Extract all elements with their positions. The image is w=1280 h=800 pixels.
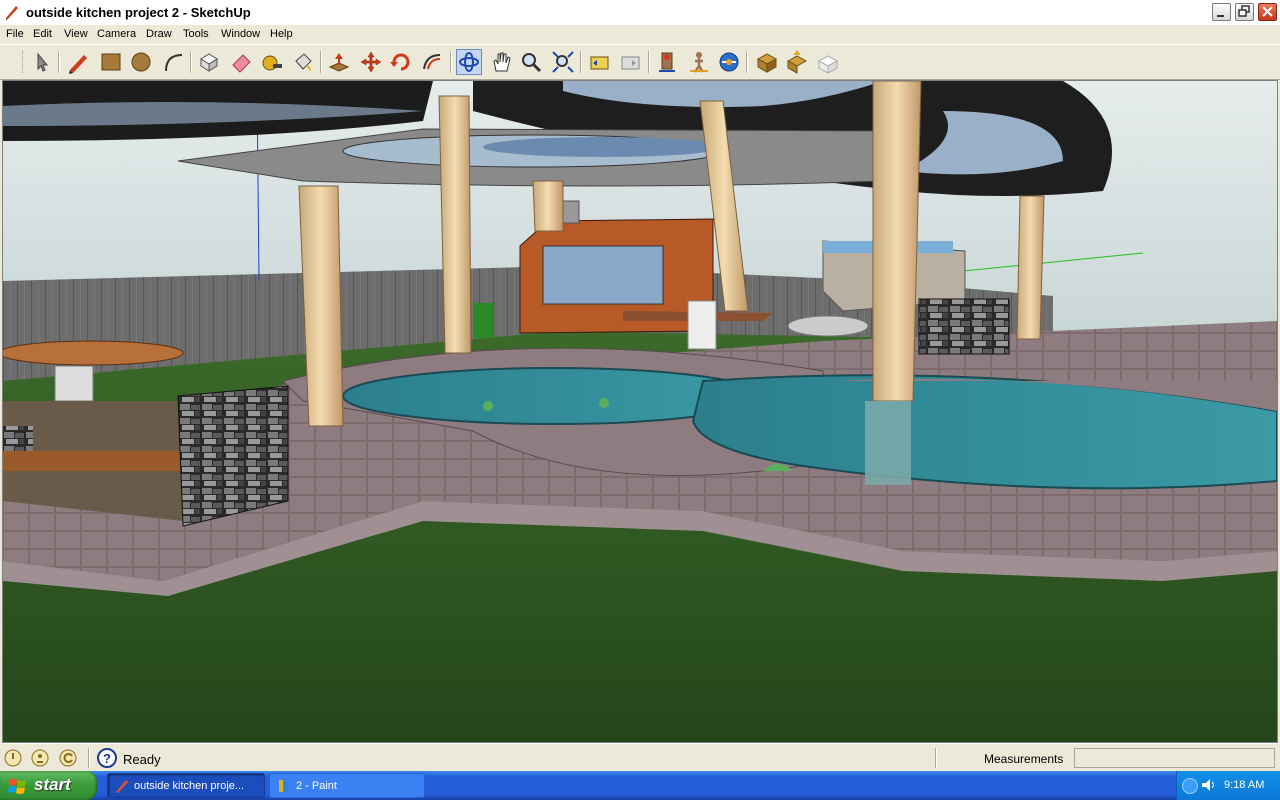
start-button[interactable]: start: [0, 771, 97, 800]
position-camera-icon[interactable]: [655, 49, 681, 75]
model-viewport[interactable]: [2, 80, 1278, 743]
round-table: [3, 340, 184, 366]
minimize-button[interactable]: [1212, 3, 1231, 21]
push-pull-icon[interactable]: [326, 49, 352, 75]
close-icon: [1262, 6, 1273, 17]
pillar-in-water: [865, 401, 911, 485]
status-bar: ? Ready Measurements: [0, 743, 1280, 772]
toolbar-separator: [648, 51, 650, 73]
geolocation-icon[interactable]: [4, 749, 22, 767]
menu-draw[interactable]: Draw: [146, 28, 172, 40]
sketchup-app-icon: [6, 6, 18, 20]
canopy-glass: [483, 137, 723, 157]
kitchen-window: [542, 245, 664, 305]
chimney: [562, 200, 580, 224]
user-icon[interactable]: [59, 749, 77, 767]
toolbar: [0, 44, 1280, 80]
taskbar-item-paint[interactable]: 2 - Paint: [269, 773, 425, 798]
pillar: [872, 81, 922, 402]
measurements-label: Measurements: [984, 752, 1064, 766]
orbit-tool-icon[interactable]: [456, 49, 482, 75]
tape-measure-icon[interactable]: [258, 49, 284, 75]
paint-app-icon: [279, 780, 288, 792]
start-label: start: [34, 775, 71, 794]
bar-stool: [687, 300, 717, 350]
system-tray: 9:18 AM: [1176, 771, 1280, 800]
round-steps: [787, 315, 869, 337]
taskbar-item-label: 2 - Paint: [296, 780, 337, 792]
status-divider: [88, 748, 90, 768]
status-text: Ready: [123, 752, 161, 767]
toolbar-separator: [320, 51, 322, 73]
menu-window[interactable]: Window: [221, 28, 260, 40]
share-component-icon[interactable]: [815, 49, 841, 75]
toolbar-separator: [190, 51, 192, 73]
svg-text:?: ?: [103, 751, 111, 766]
pool-jet: [599, 398, 609, 408]
credits-icon[interactable]: [31, 749, 49, 767]
pan-tool-icon[interactable]: [488, 49, 514, 75]
zoom-extents-icon[interactable]: [550, 49, 576, 75]
pillar: [1016, 195, 1045, 340]
pillar: [438, 95, 472, 354]
follow-me-icon[interactable]: [420, 49, 446, 75]
sketchup-app-icon: [116, 780, 128, 793]
menu-bar: File Edit View Camera Draw Tools Window …: [0, 25, 1280, 44]
stone-cabinet-right: [918, 298, 1010, 355]
share-model-icon[interactable]: [784, 49, 810, 75]
toolbar-separator: [746, 51, 748, 73]
select-tool-icon[interactable]: [28, 49, 54, 75]
previous-view-icon[interactable]: [587, 49, 613, 75]
get-models-icon[interactable]: [754, 49, 780, 75]
walk-tool-icon[interactable]: [686, 49, 712, 75]
paint-bucket-icon[interactable]: [290, 49, 316, 75]
toolbar-separator: [58, 51, 60, 73]
menu-view[interactable]: View: [64, 28, 88, 40]
restore-button[interactable]: [1235, 3, 1254, 21]
eraser-tool-icon[interactable]: [228, 49, 254, 75]
toolbar-separator: [580, 51, 582, 73]
rotate-tool-icon[interactable]: [388, 49, 414, 75]
windows-taskbar: start outside kitchen proje... 2 - Paint…: [0, 771, 1280, 800]
taskbar-item-sketchup[interactable]: outside kitchen proje...: [107, 773, 265, 798]
toolbar-grip[interactable]: [22, 51, 26, 73]
close-button[interactable]: [1258, 3, 1277, 21]
menu-file[interactable]: File: [6, 28, 24, 40]
system-clock: 9:18 AM: [1224, 779, 1265, 791]
table-pedestal: [54, 365, 94, 402]
stone-bar-end: [177, 385, 289, 527]
minimize-icon: [1217, 15, 1224, 17]
volume-icon[interactable]: [1201, 778, 1217, 792]
restore-icon: [1238, 5, 1250, 17]
move-tool-icon[interactable]: [358, 49, 384, 75]
pool-jet: [483, 401, 493, 411]
next-view-icon[interactable]: [618, 49, 644, 75]
menu-edit[interactable]: Edit: [33, 28, 52, 40]
instructor-help-icon[interactable]: ?: [97, 748, 117, 768]
pillar: [532, 180, 564, 232]
show-hidden-icons-button[interactable]: [1182, 778, 1198, 794]
bar-shelf: [3, 451, 183, 471]
stone-bar-left: [3, 426, 33, 451]
pencil-tool-icon[interactable]: [66, 49, 92, 75]
model-scene[interactable]: [3, 81, 1277, 742]
title-bar: outside kitchen project 2 - SketchUp: [0, 0, 1280, 26]
measurements-input[interactable]: [1074, 748, 1275, 768]
menu-camera[interactable]: Camera: [97, 28, 136, 40]
status-divider: [935, 748, 937, 768]
menu-tools[interactable]: Tools: [183, 28, 209, 40]
green-bin: [473, 303, 493, 338]
circle-tool-icon[interactable]: [128, 49, 154, 75]
taskbar-item-label: outside kitchen proje...: [134, 780, 245, 792]
menu-help[interactable]: Help: [270, 28, 293, 40]
windows-flag-icon: [8, 779, 26, 794]
look-around-icon[interactable]: [716, 49, 742, 75]
toolbar-separator: [450, 51, 452, 73]
arc-tool-icon[interactable]: [160, 49, 186, 75]
zoom-tool-icon[interactable]: [518, 49, 544, 75]
rectangle-tool-icon[interactable]: [98, 49, 124, 75]
make-component-icon[interactable]: [196, 49, 222, 75]
window-title: outside kitchen project 2 - SketchUp: [26, 5, 251, 20]
